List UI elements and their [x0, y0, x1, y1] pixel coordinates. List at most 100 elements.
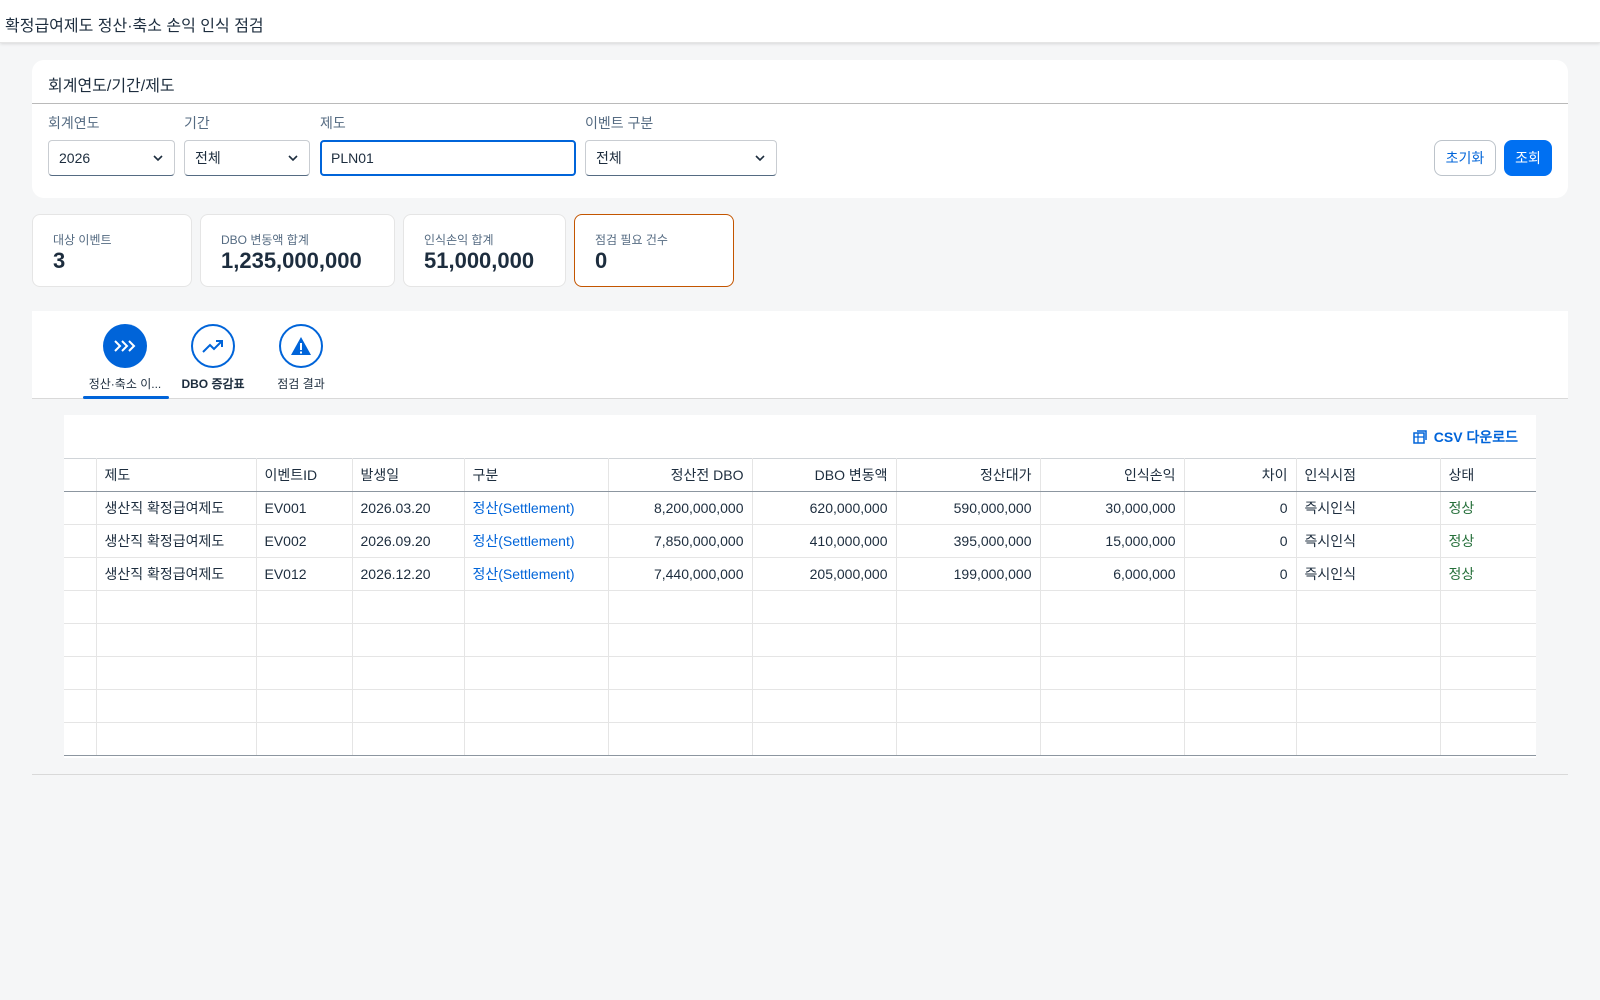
cell-plan: 생산직 확정급여제도 [96, 524, 257, 558]
kpi-value: 3 [53, 248, 66, 273]
table-row[interactable]: 생산직 확정급여제도 EV012 2026.12.20 정산(Settlemen… [64, 557, 1536, 591]
tab-label: 점검 결과 [277, 377, 325, 391]
event-type-label: 이벤트 구분 [585, 115, 654, 131]
kpi-card-dbo-change: DBO 변동액 합계 1,235,000,000 [200, 214, 395, 287]
cell-status: 정상 [1440, 491, 1536, 525]
cell-status: 정상 [1440, 524, 1536, 558]
reset-button[interactable]: 초기화 [1434, 140, 1496, 176]
column-header[interactable]: 인식시점 [1296, 458, 1441, 492]
tab-dbo-change[interactable]: DBO 증감표 [167, 324, 259, 399]
content-divider [32, 774, 1568, 775]
shell-bar: 확정급여제도 정산·축소 손익 인식 점검 [0, 0, 1600, 43]
cell-difference: 0 [1184, 524, 1297, 558]
chevron-down-icon [755, 155, 765, 162]
table-toolbar: CSV 다운로드 [64, 415, 1536, 458]
tab-settlement-events[interactable]: 정산·축소 이... [79, 324, 171, 399]
cell-plan: 생산직 확정급여제도 [96, 491, 257, 525]
column-header[interactable]: 차이 [1184, 458, 1297, 492]
cell-dbo-change: 620,000,000 [752, 491, 897, 525]
cell-recognition-timing: 즉시인식 [1296, 524, 1441, 558]
kpi-label: 대상 이벤트 [53, 233, 112, 247]
row-selector[interactable] [64, 491, 97, 525]
row-selector[interactable] [64, 557, 97, 591]
tab-label: DBO 증감표 [181, 377, 245, 391]
cell-consideration: 199,000,000 [896, 557, 1041, 591]
cell-dbo-change: 410,000,000 [752, 524, 897, 558]
cell-consideration: 590,000,000 [896, 491, 1041, 525]
tab-check-results[interactable]: 점검 결과 [255, 324, 347, 399]
cell-type-link[interactable]: 정산(Settlement) [464, 557, 609, 591]
table-header-row: 제도 이벤트ID 발생일 구분 정산전 DBO DBO 변동액 정산대가 인식손… [64, 458, 1536, 492]
kpi-card-target-events: 대상 이벤트 3 [32, 214, 192, 287]
tab-label: 정산·축소 이... [88, 377, 162, 391]
plan-label: 제도 [320, 115, 346, 131]
empty-row [64, 656, 1536, 690]
cell-dbo-change: 205,000,000 [752, 557, 897, 591]
cell-type-link[interactable]: 정산(Settlement) [464, 524, 609, 558]
app-title: 확정급여제도 정산·축소 손익 인식 점검 [5, 18, 264, 35]
plan-value: PLN01 [331, 150, 374, 166]
cell-event-id: EV001 [256, 491, 353, 525]
tab-icon-circle [279, 324, 323, 368]
spreadsheet-icon [1413, 430, 1427, 444]
cell-date: 2026.12.20 [352, 557, 465, 591]
kpi-label: 점검 필요 건수 [595, 233, 668, 247]
chevron-down-icon [153, 155, 163, 162]
column-header[interactable]: 정산전 DBO [608, 458, 753, 492]
empty-row [64, 623, 1536, 657]
cell-plan: 생산직 확정급여제도 [96, 557, 257, 591]
cell-recognized-pl: 30,000,000 [1040, 491, 1185, 525]
cell-pre-dbo: 7,440,000,000 [608, 557, 753, 591]
event-type-select[interactable]: 전체 [585, 140, 777, 176]
icon-tab-bar: 정산·축소 이... DBO 증감표 점검 결과 [32, 311, 1568, 399]
kpi-card-needs-check: 점검 필요 건수 0 [574, 214, 734, 287]
tab-icon-circle [103, 324, 147, 368]
empty-row [64, 722, 1536, 756]
tab-active-indicator [83, 396, 169, 399]
cell-type-link[interactable]: 정산(Settlement) [464, 491, 609, 525]
row-selector[interactable] [64, 524, 97, 558]
cell-recognized-pl: 15,000,000 [1040, 524, 1185, 558]
cell-recognized-pl: 6,000,000 [1040, 557, 1185, 591]
tab-icon-circle [191, 324, 235, 368]
kpi-value: 1,235,000,000 [221, 248, 362, 273]
filter-bar: 회계연도/기간/제도 회계연도 2026 기간 전체 제도 PLN01 이벤트 … [32, 60, 1568, 198]
chevron-down-icon [288, 155, 298, 162]
plan-input[interactable]: PLN01 [320, 140, 576, 176]
csv-download-label: CSV 다운로드 [1433, 429, 1518, 445]
filter-header: 회계연도/기간/제도 [48, 78, 175, 95]
column-header[interactable]: 발생일 [352, 458, 465, 492]
event-type-value: 전체 [596, 150, 622, 166]
row-selector-header [64, 458, 97, 492]
column-header[interactable]: DBO 변동액 [752, 458, 897, 492]
fiscal-year-value: 2026 [59, 150, 91, 166]
cell-consideration: 395,000,000 [896, 524, 1041, 558]
period-value: 전체 [195, 150, 221, 166]
events-table: 제도 이벤트ID 발생일 구분 정산전 DBO DBO 변동액 정산대가 인식손… [64, 458, 1536, 756]
chevrons-right-icon [114, 340, 136, 352]
table-row[interactable]: 생산직 확정급여제도 EV001 2026.03.20 정산(Settlemen… [64, 491, 1536, 525]
period-select[interactable]: 전체 [184, 140, 310, 176]
kpi-card-recognized-pl: 인식손익 합계 51,000,000 [403, 214, 566, 287]
fiscal-year-select[interactable]: 2026 [48, 140, 175, 176]
cell-event-id: EV012 [256, 557, 353, 591]
fiscal-year-label: 회계연도 [48, 115, 100, 131]
column-header[interactable]: 이벤트ID [256, 458, 353, 492]
kpi-value: 51,000,000 [424, 248, 535, 273]
cell-status: 정상 [1440, 557, 1536, 591]
column-header[interactable]: 제도 [96, 458, 257, 492]
search-button[interactable]: 조회 [1504, 140, 1552, 176]
column-header[interactable]: 구분 [464, 458, 609, 492]
kpi-label: 인식손익 합계 [424, 233, 494, 247]
trend-up-icon [202, 340, 223, 353]
cell-recognition-timing: 즉시인식 [1296, 557, 1441, 591]
cell-recognition-timing: 즉시인식 [1296, 491, 1441, 525]
warning-icon [291, 337, 311, 355]
table-row[interactable]: 생산직 확정급여제도 EV002 2026.09.20 정산(Settlemen… [64, 524, 1536, 558]
column-header[interactable]: 상태 [1440, 458, 1536, 492]
cell-pre-dbo: 7,850,000,000 [608, 524, 753, 558]
column-header[interactable]: 정산대가 [896, 458, 1041, 492]
csv-download-button[interactable]: CSV 다운로드 [1412, 427, 1518, 447]
empty-row [64, 689, 1536, 723]
column-header[interactable]: 인식손익 [1040, 458, 1185, 492]
